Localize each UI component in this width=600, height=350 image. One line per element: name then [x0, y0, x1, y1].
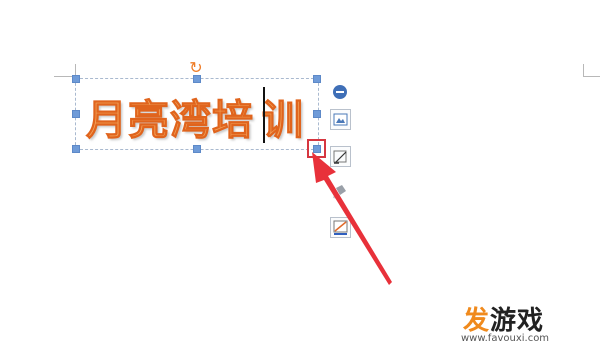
fill-bucket-icon [333, 185, 346, 199]
site-watermark: 发游戏 www.favouxi.com [459, 300, 589, 348]
watermark-title-accent: 发 [463, 306, 491, 336]
layout-options-button[interactable] [330, 109, 351, 130]
fill-bucket-button[interactable] [330, 182, 351, 203]
resize-handle-bottom-middle[interactable] [193, 145, 201, 153]
text-cursor [263, 87, 265, 143]
edit-shape-icon [333, 150, 347, 164]
wordart-text-before-caret: 月亮湾培 [86, 96, 254, 145]
resize-handle-middle-right[interactable] [313, 110, 321, 118]
wordart-text-after-caret: 训 [262, 96, 304, 145]
corner-handle-highlight-box [307, 139, 326, 158]
page-corner-mark-top-right-v [583, 64, 584, 77]
resize-handle-top-right[interactable] [313, 75, 321, 83]
watermark-title: 发游戏 [463, 300, 544, 337]
page-corner-mark-top-right-h [583, 76, 600, 77]
watermark-title-rest: 游戏 [490, 306, 545, 336]
resize-handle-top-left[interactable] [72, 75, 80, 83]
annotation-arrow-icon [312, 152, 392, 285]
resize-handle-middle-left[interactable] [72, 110, 80, 118]
layout-options-icon [333, 113, 348, 126]
edit-shape-button[interactable] [330, 146, 351, 167]
outline-color-button[interactable] [330, 217, 351, 238]
outline-color-icon [333, 220, 348, 235]
minus-icon[interactable] [333, 85, 347, 99]
resize-handle-bottom-left[interactable] [72, 145, 80, 153]
watermark-url: www.favouxi.com [461, 333, 550, 344]
wordart-text[interactable]: 月亮湾培训 [86, 86, 304, 146]
rotate-handle-icon[interactable]: ↻ [186, 58, 206, 78]
